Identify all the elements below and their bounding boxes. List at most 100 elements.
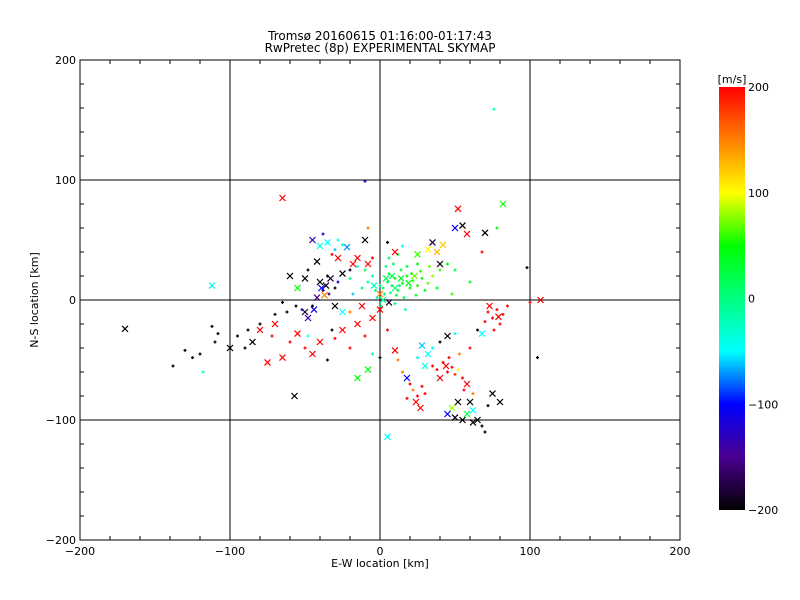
point-plus bbox=[536, 356, 539, 360]
point-plus bbox=[446, 262, 449, 266]
point-plus bbox=[416, 356, 419, 360]
point-cross bbox=[294, 284, 301, 292]
point-cross bbox=[448, 404, 456, 412]
point-plus bbox=[243, 346, 247, 350]
point-cross bbox=[433, 248, 441, 256]
point-plus bbox=[419, 269, 422, 273]
point-plus bbox=[423, 288, 427, 292]
point-cross bbox=[412, 398, 420, 406]
point-cross bbox=[481, 229, 489, 237]
point-plus bbox=[408, 382, 412, 386]
point-cross bbox=[310, 306, 318, 314]
point-cross bbox=[121, 325, 129, 333]
x-tick-label: 200 bbox=[670, 545, 691, 558]
point-plus bbox=[435, 368, 439, 372]
point-cross bbox=[463, 410, 471, 418]
point-cross bbox=[442, 362, 450, 370]
colorbar-tick-label: 200 bbox=[748, 81, 769, 94]
point-cross bbox=[354, 254, 361, 262]
point-plus bbox=[383, 292, 386, 296]
point-plus bbox=[506, 304, 509, 308]
point-plus bbox=[366, 226, 370, 230]
point-plus bbox=[341, 243, 344, 247]
point-plus bbox=[446, 370, 449, 374]
point-cross bbox=[405, 279, 412, 287]
point-plus bbox=[371, 352, 374, 356]
point-cross bbox=[489, 390, 496, 398]
point-plus bbox=[483, 430, 487, 434]
point-plus bbox=[423, 392, 427, 396]
point-plus bbox=[431, 364, 434, 368]
point-cross bbox=[478, 330, 486, 338]
point-plus bbox=[492, 107, 496, 111]
point-plus bbox=[386, 240, 389, 244]
point-plus bbox=[336, 238, 340, 242]
point-cross bbox=[358, 302, 366, 310]
point-plus bbox=[378, 356, 382, 360]
point-plus bbox=[428, 264, 431, 268]
point-cross bbox=[469, 406, 477, 414]
point-cross bbox=[208, 282, 216, 290]
axis-ticks: −200 −100 0 100 200−200−1000100200 bbox=[46, 54, 691, 558]
point-plus bbox=[213, 340, 217, 344]
point-cross bbox=[249, 338, 256, 346]
point-plus bbox=[420, 384, 424, 388]
point-plus bbox=[171, 364, 175, 368]
point-cross bbox=[403, 374, 411, 382]
point-cross bbox=[459, 222, 466, 230]
point-plus bbox=[447, 356, 451, 360]
point-plus bbox=[371, 256, 374, 260]
colorbar-tick-label: 0 bbox=[748, 293, 755, 306]
point-plus bbox=[495, 226, 499, 230]
point-plus bbox=[471, 392, 475, 396]
point-cross bbox=[339, 326, 346, 334]
point-plus bbox=[404, 308, 407, 312]
point-plus bbox=[374, 288, 377, 292]
point-cross bbox=[304, 314, 312, 322]
point-cross bbox=[301, 274, 309, 282]
point-plus bbox=[405, 274, 409, 278]
point-plus bbox=[246, 328, 250, 332]
point-plus bbox=[201, 370, 205, 374]
point-plus bbox=[306, 334, 310, 338]
point-plus bbox=[333, 336, 337, 340]
point-plus bbox=[306, 268, 310, 272]
point-cross bbox=[414, 250, 421, 258]
point-plus bbox=[453, 268, 457, 272]
point-plus bbox=[416, 262, 419, 266]
point-plus bbox=[431, 346, 434, 350]
point-plus bbox=[486, 310, 490, 314]
point-cross bbox=[463, 230, 471, 238]
point-cross bbox=[286, 272, 294, 280]
y-tick-label: 200 bbox=[55, 54, 76, 67]
point-plus bbox=[348, 310, 352, 314]
point-cross bbox=[397, 274, 405, 282]
point-plus bbox=[371, 274, 374, 278]
x-tick-label: 100 bbox=[520, 545, 541, 558]
point-plus bbox=[396, 358, 400, 362]
point-plus bbox=[395, 293, 398, 297]
point-cross bbox=[391, 284, 399, 292]
point-cross bbox=[339, 308, 346, 316]
point-plus bbox=[378, 284, 382, 288]
point-plus bbox=[281, 300, 284, 304]
point-cross bbox=[436, 374, 444, 382]
point-plus bbox=[216, 332, 220, 336]
point-plus bbox=[384, 264, 388, 268]
point-plus bbox=[480, 424, 484, 428]
point-plus bbox=[258, 322, 262, 326]
point-plus bbox=[458, 352, 461, 356]
point-cross bbox=[279, 354, 286, 362]
point-plus bbox=[327, 292, 331, 296]
point-cross bbox=[436, 260, 444, 268]
point-cross bbox=[343, 243, 351, 251]
point-plus bbox=[411, 279, 415, 283]
point-plus bbox=[273, 312, 277, 316]
point-plus bbox=[210, 324, 214, 328]
point-plus bbox=[387, 256, 391, 260]
point-plus bbox=[348, 276, 352, 280]
point-plus bbox=[491, 316, 494, 320]
grid bbox=[80, 60, 680, 540]
point-plus bbox=[191, 356, 194, 360]
colorbar bbox=[719, 87, 745, 510]
